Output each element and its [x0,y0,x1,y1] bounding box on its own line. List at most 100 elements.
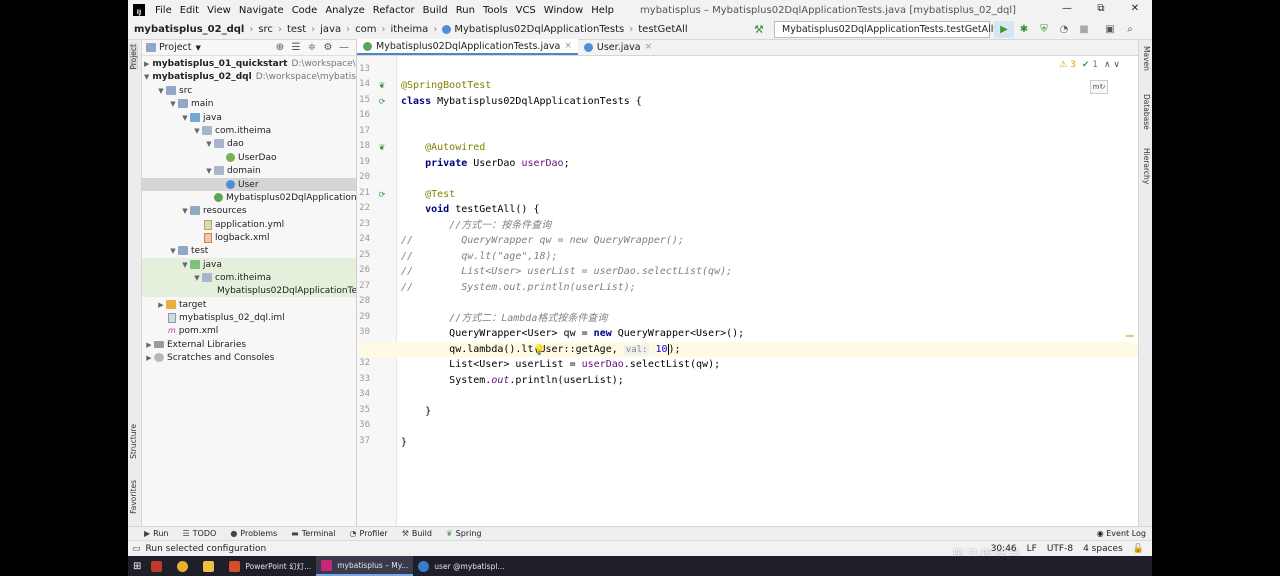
tree-item-pom[interactable]: m pom.xml [142,324,356,337]
breadcrumb-test[interactable]: test [287,24,306,35]
tool-spring[interactable]: ❦ Spring [446,529,482,538]
run-icon[interactable]: ▶ [994,21,1014,38]
chevron-down-icon[interactable]: ▼ [196,44,201,52]
menu-navigate[interactable]: Navigate [235,5,288,16]
tree-item-target[interactable]: ▶ target [142,298,356,311]
locate-icon[interactable]: ⊕ [272,40,288,56]
coverage-icon[interactable]: ⛨ [1034,21,1054,38]
autowired-gutter-icon[interactable]: ❦ [377,143,387,153]
indent-setting[interactable]: 4 spaces [1083,544,1123,554]
menu-help[interactable]: Help [587,5,618,16]
run-test-gutter-icon[interactable]: ⟳ [377,190,387,200]
chevron-down-icon[interactable]: ▼ [180,207,190,215]
inspection-widget[interactable]: ⚠ 3 ✔ 1 ∧ ∨ [1053,60,1120,70]
caret-position[interactable]: 30:46 [991,544,1017,554]
taskbar-database-client[interactable]: user @mybatispl... [413,556,509,576]
tree-item-dao[interactable]: ▼ dao [142,137,356,150]
tree-item-com-itheima[interactable]: ▼ com.itheima [142,124,356,137]
tab-user-java[interactable]: User.java × [578,39,658,55]
maven-reload-icon[interactable]: m↻ [1090,80,1108,94]
tree-item-iml[interactable]: mybatisplus_02_dql.iml [142,311,356,324]
search-icon[interactable]: ⌕ [1120,21,1140,38]
chevron-right-icon[interactable]: ▶ [144,341,154,349]
tab-database-side[interactable]: Database [1142,94,1151,130]
chevron-down-icon[interactable]: ▼ [180,114,190,122]
tree-item-module-01[interactable]: ▶ mybatisplus_01_quickstart D:\workspace… [142,57,356,70]
collapse-all-icon[interactable]: ≑ [304,40,320,56]
tab-maven-side[interactable]: Maven [1142,46,1151,71]
start-button[interactable]: ⊞ [128,556,146,576]
chevron-down-icon[interactable]: ▼ [156,87,166,95]
tree-item-userdao[interactable]: UserDao [142,151,356,164]
tool-run[interactable]: ▶ Run [144,529,169,538]
debug-icon[interactable]: ✱ [1014,21,1034,38]
chevron-down-icon[interactable]: ▼ [144,73,149,81]
hide-icon[interactable]: — [336,40,352,56]
lock-icon[interactable]: 🔓 [1133,544,1144,554]
breadcrumb-java[interactable]: java [320,24,341,35]
chevron-down-icon[interactable]: ▼ [204,167,214,175]
menu-refactor[interactable]: Refactor [369,5,419,16]
menu-code[interactable]: Code [288,5,322,16]
run-configuration-select[interactable]: Mybatisplus02DqlApplicationTests.testGet… [774,21,999,38]
breadcrumb-com[interactable]: com [355,24,376,35]
lightbulb-icon[interactable]: 💡 [533,346,545,356]
chevron-down-icon[interactable]: ▼ [204,140,214,148]
tool-terminal[interactable]: ▬ Terminal [291,529,335,538]
breadcrumb-src[interactable]: src [258,24,273,35]
chevron-down-icon[interactable]: ▼ [168,100,178,108]
chevron-down-icon[interactable]: ▼ [180,261,190,269]
tab-hierarchy-side[interactable]: Hierarchy [1142,148,1151,184]
minimize-button[interactable]: — [1050,0,1084,20]
gear-icon[interactable]: ⚙ [320,40,336,56]
menu-file[interactable]: File [151,5,176,16]
tree-item-user[interactable]: User [142,178,356,191]
taskbar-chrome[interactable] [172,556,198,576]
tool-todo[interactable]: ☰ TODO [183,529,217,538]
menu-build[interactable]: Build [419,5,452,16]
tree-item-test[interactable]: ▼ test [142,244,356,257]
taskbar-powerpoint[interactable]: PowerPoint 幻灯... [224,556,316,576]
tool-build[interactable]: ⚒ Build [402,529,432,538]
tree-item-test-class[interactable]: Mybatisplus02DqlApplicationTe [142,284,356,297]
file-encoding[interactable]: UTF-8 [1047,544,1073,554]
tree-item-test-java[interactable]: ▼ java [142,258,356,271]
project-structure-icon[interactable]: ▣ [1100,21,1120,38]
project-panel-title[interactable]: Project [159,42,192,53]
taskbar-app-red[interactable] [146,556,172,576]
chevron-down-icon[interactable]: ▼ [192,274,202,282]
menu-edit[interactable]: Edit [176,5,203,16]
menu-tools[interactable]: Tools [479,5,512,16]
close-icon[interactable]: × [645,42,653,52]
tab-favorites-side[interactable]: Favorites [129,480,138,514]
tree-item-test-com-itheima[interactable]: ▼ com.itheima [142,271,356,284]
close-button[interactable]: ✕ [1118,0,1152,20]
breadcrumb-itheima[interactable]: itheima [390,24,428,35]
navigate-problems-arrows[interactable]: ∧ ∨ [1104,60,1120,70]
tool-problems[interactable]: ● Problems [230,529,277,538]
tree-item-main-java[interactable]: ▼ java [142,111,356,124]
breadcrumb-method[interactable]: testGetAll [638,24,687,35]
tree-item-main[interactable]: ▼ main [142,97,356,110]
tab-application-tests[interactable]: Mybatisplus02DqlApplicationTests.java × [357,39,578,55]
menu-vcs[interactable]: VCS [512,5,540,16]
hammer-icon[interactable]: ⚒ [754,23,764,36]
tab-structure-side[interactable]: Structure [129,424,138,459]
menu-analyze[interactable]: Analyze [321,5,368,16]
run-test-gutter-icon[interactable]: ⟳ [377,97,387,107]
tree-item-scratches[interactable]: ▶ Scratches and Consoles [142,351,356,364]
tree-item-domain[interactable]: ▼ domain [142,164,356,177]
chevron-right-icon[interactable]: ▶ [144,60,149,68]
breadcrumb-class[interactable]: Mybatisplus02DqlApplicationTests [454,24,624,35]
taskbar-intellij[interactable]: mybatisplus – My... [316,556,414,576]
tree-item-logback-xml[interactable]: logback.xml [142,231,356,244]
close-icon[interactable]: × [564,41,572,51]
profile-icon[interactable]: ◔ [1054,21,1074,38]
menu-view[interactable]: View [203,5,235,16]
tool-profiler[interactable]: ◔ Profiler [350,529,388,538]
stop-icon[interactable]: ■ [1074,21,1094,38]
tree-item-module-02[interactable]: ▼ mybatisplus_02_dql D:\workspace\mybati… [142,70,356,83]
tree-item-application-class[interactable]: Mybatisplus02DqlApplication [142,191,356,204]
event-log-button[interactable]: ◉ Event Log [1097,527,1146,541]
scrollbar-warning-marker[interactable] [1126,335,1134,337]
